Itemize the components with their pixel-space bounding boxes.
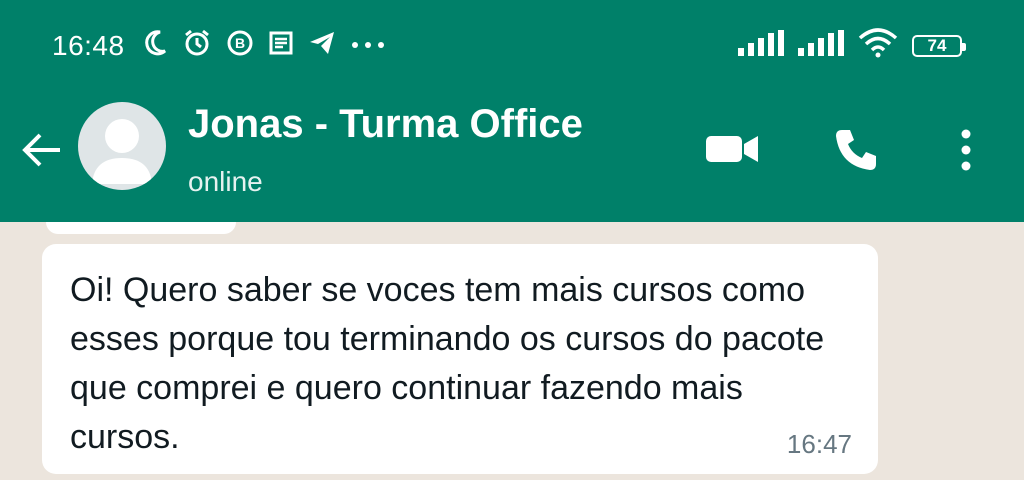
status-icons-right: 74 (738, 28, 966, 63)
message-time: 16:47 (786, 429, 852, 459)
back-arrow-icon[interactable] (20, 130, 64, 175)
telegram-icon (308, 30, 336, 61)
b-app-icon: B (226, 29, 254, 62)
voice-call-icon[interactable] (832, 126, 880, 179)
status-bar: 16:48 B 74 (0, 0, 1024, 96)
status-time: 16:48 (52, 30, 125, 61)
contact-name[interactable]: Jonas - Turma Office (188, 102, 583, 147)
svg-text:B: B (235, 35, 245, 51)
contact-status: online (188, 166, 263, 197)
message-bubble[interactable]: Oi! Quero saber se voces tem mais cursos… (42, 244, 878, 474)
status-icons-left: B (142, 28, 386, 63)
message-text: Oi! Quero saber se voces tem mais cursos… (70, 271, 825, 456)
alarm-icon (182, 28, 212, 63)
signal-icon (798, 30, 844, 61)
wifi-icon (858, 28, 898, 63)
news-icon (268, 30, 294, 61)
menu-kebab-icon[interactable] (956, 126, 976, 179)
signal-icon (738, 30, 784, 61)
chat-header: Jonas - Turma Office online (0, 96, 1024, 222)
moon-icon (142, 29, 168, 62)
previous-message-bubble[interactable] (46, 222, 236, 234)
avatar[interactable] (78, 102, 166, 190)
more-dots-icon (350, 37, 386, 55)
chat-area[interactable]: Oi! Quero saber se voces tem mais cursos… (0, 222, 1024, 480)
video-call-icon[interactable] (704, 126, 760, 175)
battery-icon: 74 (912, 34, 966, 57)
